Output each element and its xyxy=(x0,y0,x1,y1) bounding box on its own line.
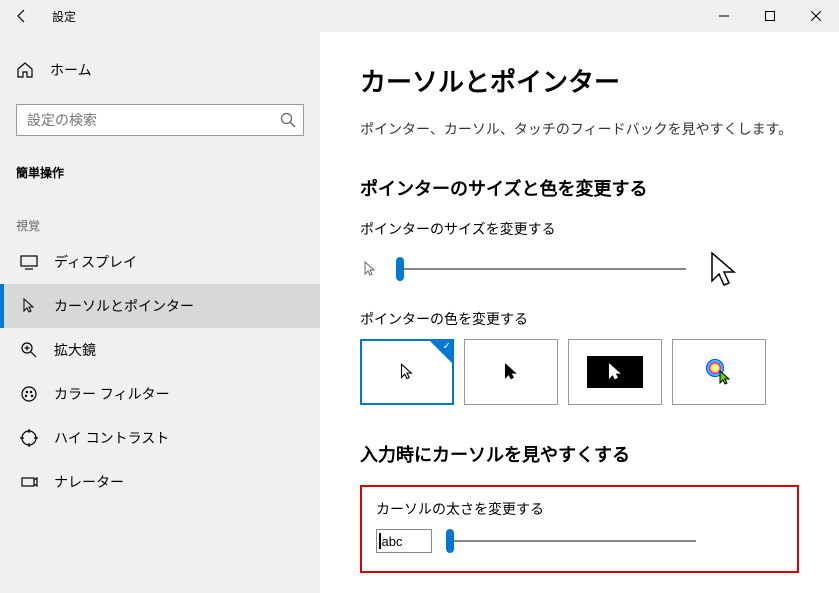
highlight-annotation: カーソルの太さを変更する abc xyxy=(360,485,799,573)
window-title: 設定 xyxy=(52,8,76,25)
sidebar-item-label: ナレーター xyxy=(54,472,124,492)
pointer-color-inverted[interactable] xyxy=(568,339,662,405)
home-icon xyxy=(16,61,34,79)
magnifier-icon xyxy=(20,341,38,359)
back-button[interactable] xyxy=(12,6,32,26)
sidebar-item-display[interactable]: ディスプレイ xyxy=(0,240,320,284)
sidebar-item-label: ディスプレイ xyxy=(54,252,137,272)
search-input[interactable] xyxy=(16,104,304,136)
small-cursor-icon xyxy=(360,259,380,279)
sidebar-item-narrator[interactable]: ナレーター xyxy=(0,460,320,504)
page-title: カーソルとポインター xyxy=(360,62,799,99)
group-label: 視覚 xyxy=(0,207,320,240)
cursor-thickness-slider[interactable] xyxy=(446,529,696,553)
pointer-size-slider[interactable] xyxy=(396,257,686,281)
titlebar: 設定 xyxy=(0,0,839,32)
sidebar-item-contrast[interactable]: ハイ コントラスト xyxy=(0,416,320,460)
pointer-color-custom[interactable] xyxy=(672,339,766,405)
maximize-button[interactable] xyxy=(747,0,793,32)
cursor-icon xyxy=(20,297,38,315)
sidebar-item-color-filter[interactable]: カラー フィルター xyxy=(0,372,320,416)
section-cursor-heading: 入力時にカーソルを見やすくする xyxy=(360,441,799,467)
sidebar-item-cursor[interactable]: カーソルとポインター xyxy=(0,284,320,328)
search-icon xyxy=(280,112,296,128)
sidebar-item-label: カーソルとポインター xyxy=(54,296,194,316)
content: カーソルとポインター ポインター、カーソル、タッチのフィードバックを見やすくしま… xyxy=(320,32,839,593)
color-filter-icon xyxy=(20,385,38,403)
sidebar-item-label: ハイ コントラスト xyxy=(54,428,169,448)
page-description: ポインター、カーソル、タッチのフィードバックを見やすくします。 xyxy=(360,119,799,139)
display-icon xyxy=(20,253,38,271)
minimize-button[interactable] xyxy=(701,0,747,32)
home-label: ホーム xyxy=(50,60,92,80)
contrast-icon xyxy=(20,429,38,447)
large-cursor-icon xyxy=(702,249,742,289)
pointer-size-label: ポインターのサイズを変更する xyxy=(360,219,799,239)
sidebar: ホーム 簡単操作 視覚 ディスプレイ カーソルとポインター 拡大 xyxy=(0,32,320,593)
sidebar-item-label: カラー フィルター xyxy=(54,384,170,404)
close-button[interactable] xyxy=(793,0,839,32)
cursor-thickness-label: カーソルの太さを変更する xyxy=(376,499,783,519)
home-link[interactable]: ホーム xyxy=(0,52,320,88)
category-label: 簡単操作 xyxy=(0,156,320,189)
pointer-color-black[interactable] xyxy=(464,339,558,405)
narrator-icon xyxy=(20,473,38,491)
sidebar-item-magnifier[interactable]: 拡大鏡 xyxy=(0,328,320,372)
pointer-color-white[interactable] xyxy=(360,339,454,405)
section-pointer-heading: ポインターのサイズと色を変更する xyxy=(360,175,799,201)
pointer-color-label: ポインターの色を変更する xyxy=(360,309,799,329)
cursor-preview: abc xyxy=(376,529,432,553)
sidebar-item-label: 拡大鏡 xyxy=(54,340,96,360)
